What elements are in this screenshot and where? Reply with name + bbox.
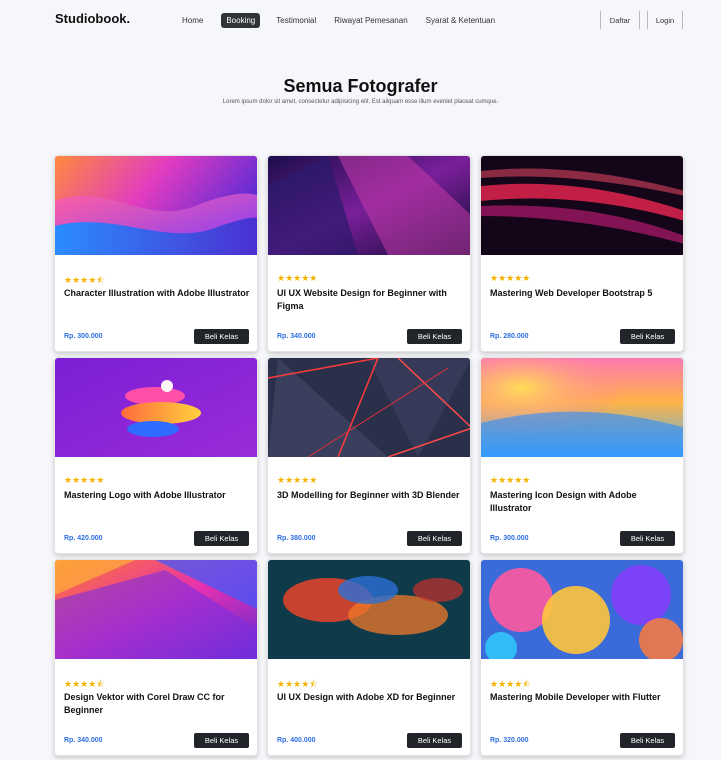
rating-stars: ★★★★★	[277, 475, 318, 485]
nav-links: Home Booking Testimonial Riwayat Pemesan…	[182, 13, 513, 28]
course-thumbnail[interactable]	[481, 156, 683, 255]
rating-stars: ★★★★★	[490, 273, 531, 283]
nav-link-home[interactable]: Home	[182, 16, 203, 25]
course-price: Rp. 340.000	[64, 737, 103, 744]
course-thumbnail[interactable]	[481, 358, 683, 457]
register-button[interactable]: Daftar	[600, 11, 640, 29]
course-price: Rp. 380.000	[277, 535, 316, 542]
course-price: Rp. 340.000	[277, 333, 316, 340]
course-card: ★★★★★ Mastering Icon Design with Adobe I…	[480, 357, 684, 554]
course-card: ★★★★★ 3D Modelling for Beginner with 3D …	[267, 357, 471, 554]
course-card: ★★★★⯪ Character Illustration with Adobe …	[54, 155, 258, 352]
course-card: ★★★★★ Mastering Web Developer Bootstrap …	[480, 155, 684, 352]
course-title: Design Vektor with Corel Draw CC for Beg…	[64, 692, 225, 715]
navbar: Studiobook. Home Booking Testimonial Riw…	[0, 0, 721, 40]
course-thumbnail[interactable]	[481, 560, 683, 659]
course-price: Rp. 300.000	[490, 535, 529, 542]
buy-class-button[interactable]: Beli Kelas	[620, 733, 675, 748]
course-thumbnail[interactable]	[55, 358, 257, 457]
course-price: Rp. 400.000	[277, 737, 316, 744]
course-thumbnail[interactable]	[268, 156, 470, 255]
nav-link-booking[interactable]: Booking	[221, 13, 261, 28]
buy-class-button[interactable]: Beli Kelas	[194, 531, 249, 546]
course-card: ★★★★⯪ Design Vektor with Corel Draw CC f…	[54, 559, 258, 756]
course-title: Mastering Web Developer Bootstrap 5	[490, 288, 653, 298]
course-title: UI UX Design with Adobe XD for Beginner	[277, 692, 456, 702]
buy-class-button[interactable]: Beli Kelas	[620, 531, 675, 546]
page-title: Semua Fotografer	[283, 76, 438, 96]
course-title: Mastering Logo with Adobe Illustrator	[64, 490, 226, 500]
course-card: ★★★★★ UI UX Website Design for Beginner …	[267, 155, 471, 352]
course-thumbnail[interactable]	[55, 156, 257, 255]
course-title: UI UX Website Design for Beginner with F…	[277, 288, 447, 311]
course-thumbnail[interactable]	[268, 560, 470, 659]
nav-link-syarat-ketentuan[interactable]: Syarat & Ketentuan	[426, 16, 495, 25]
login-button[interactable]: Login	[647, 11, 683, 29]
nav-link-testimonial[interactable]: Testimonial	[276, 16, 316, 25]
course-thumbnail[interactable]	[55, 560, 257, 659]
course-title: Character Illustration with Adobe Illust…	[64, 288, 250, 298]
buy-class-button[interactable]: Beli Kelas	[194, 329, 249, 344]
buy-class-button[interactable]: Beli Kelas	[407, 531, 462, 546]
course-price: Rp. 280.000	[490, 333, 529, 340]
course-price: Rp. 320.000	[490, 737, 529, 744]
course-card: ★★★★⯪ Mastering Mobile Developer with Fl…	[480, 559, 684, 756]
rating-stars: ★★★★★	[64, 475, 105, 485]
buy-class-button[interactable]: Beli Kelas	[407, 733, 462, 748]
course-thumbnail[interactable]	[268, 358, 470, 457]
course-price: Rp. 300.000	[64, 333, 103, 340]
buy-class-button[interactable]: Beli Kelas	[194, 733, 249, 748]
course-grid: ★★★★⯪ Character Illustration with Adobe …	[54, 155, 684, 756]
page-subtitle: Lorem ipsum dolor sit amet, consectetur …	[222, 99, 499, 105]
course-price: Rp. 420.000	[64, 535, 103, 542]
buy-class-button[interactable]: Beli Kelas	[407, 329, 462, 344]
buy-class-button[interactable]: Beli Kelas	[620, 329, 675, 344]
course-title: Mastering Mobile Developer with Flutter	[490, 692, 661, 702]
rating-stars: ★★★★★	[490, 475, 531, 485]
course-title: Mastering Icon Design with Adobe Illustr…	[490, 490, 637, 513]
brand-logo[interactable]: Studiobook.	[55, 11, 130, 26]
course-card: ★★★★⯪ UI UX Design with Adobe XD for Beg…	[267, 559, 471, 756]
course-card: ★★★★★ Mastering Logo with Adobe Illustra…	[54, 357, 258, 554]
rating-stars: ★★★★★	[277, 273, 318, 283]
nav-link-riwayat-pemesanan[interactable]: Riwayat Pemesanan	[334, 16, 407, 25]
course-title: 3D Modelling for Beginner with 3D Blende…	[277, 490, 460, 500]
